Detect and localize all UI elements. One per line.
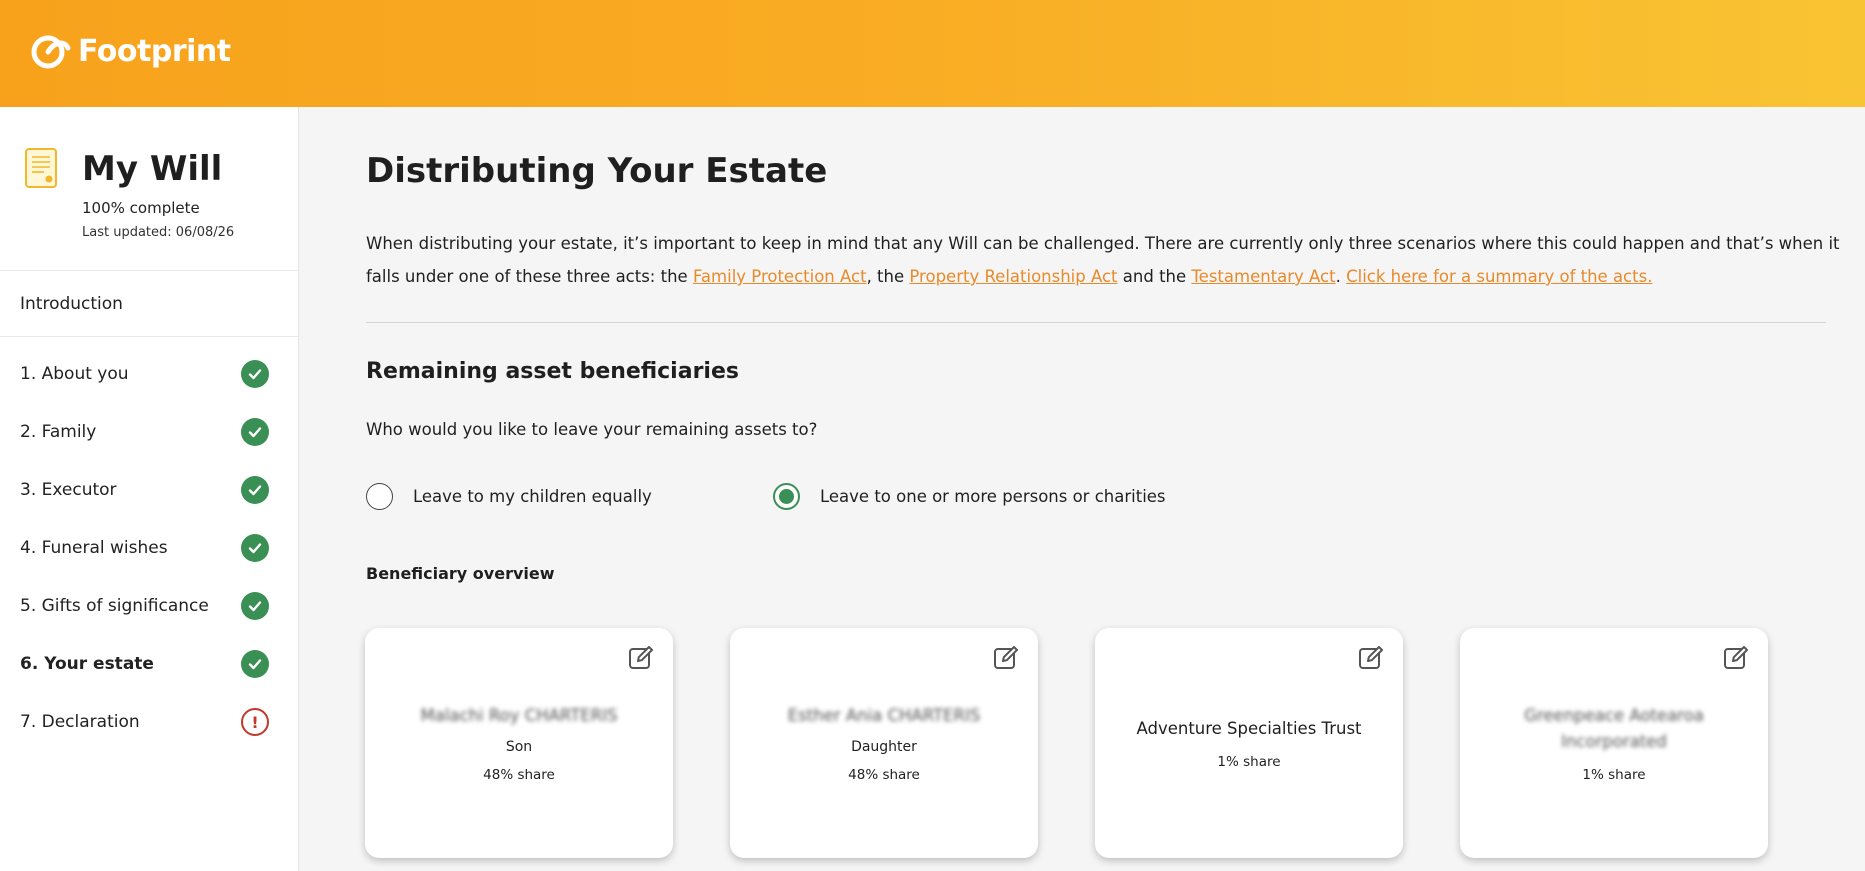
check-icon [241, 360, 269, 388]
beneficiary-name: Malachi Roy CHARTERIS [420, 706, 618, 725]
beneficiary-card[interactable]: Greenpeace Aotearoa Incorporated 1% shar… [1460, 628, 1768, 858]
beneficiary-name: Adventure Specialties Trust [1136, 719, 1362, 738]
intro-paragraph: When distributing your estate, it’s impo… [366, 227, 1846, 293]
radio-persons-or-charities[interactable]: Leave to one or more persons or charitie… [773, 483, 1166, 510]
divider [366, 322, 1826, 323]
sidebar-item-your-estate[interactable]: 6. Your estate [0, 635, 298, 693]
beneficiary-relation: Daughter [851, 739, 917, 755]
sidebar-item-declaration[interactable]: 7. Declaration ! [0, 693, 298, 751]
intro-text: and the [1117, 267, 1192, 286]
beneficiary-share: 48% share [483, 767, 555, 783]
main-content: Distributing Your Estate When distributi… [300, 107, 1865, 871]
family-protection-act-link[interactable]: Family Protection Act [693, 267, 867, 286]
section-title: Remaining asset beneficiaries [366, 359, 739, 384]
document-icon [25, 148, 57, 188]
check-icon [241, 476, 269, 504]
step-list: 1. About you 2. Family 3. Executor 4. Fu… [0, 337, 298, 751]
check-icon [241, 592, 269, 620]
sidebar-item-introduction[interactable]: Introduction [0, 271, 298, 337]
sidebar-item-executor[interactable]: 3. Executor [0, 461, 298, 519]
sidebar-item-gifts-of-significance[interactable]: 5. Gifts of significance [0, 577, 298, 635]
radio-children-equally[interactable]: Leave to my children equally [366, 483, 652, 510]
footprint-logo[interactable]: Footprint [24, 24, 231, 78]
beneficiary-name: Esther Ania CHARTERIS [787, 706, 981, 725]
beneficiary-share: 48% share [848, 767, 920, 783]
sidebar-item-label: Introduction [20, 293, 123, 314]
sidebar-item-label: 4. Funeral wishes [20, 538, 168, 558]
testamentary-act-link[interactable]: Testamentary Act [1191, 267, 1335, 286]
check-icon [241, 650, 269, 678]
radio-label: Leave to my children equally [413, 487, 652, 506]
beneficiary-name: Greenpeace Aotearoa Incorporated [1524, 706, 1704, 751]
question-label: Who would you like to leave your remaini… [366, 420, 818, 439]
beneficiary-share: 1% share [1217, 754, 1281, 770]
radio-label: Leave to one or more persons or charitie… [820, 487, 1166, 506]
sidebar-item-funeral-wishes[interactable]: 4. Funeral wishes [0, 519, 298, 577]
sidebar-item-label: 3. Executor [20, 480, 117, 500]
property-relationship-act-link[interactable]: Property Relationship Act [909, 267, 1117, 286]
exclamation-icon: ! [241, 708, 269, 736]
brand-name: Footprint [78, 33, 231, 69]
sidebar-item-label: 6. Your estate [20, 654, 154, 674]
will-last-updated: Last updated: 06/08/26 [82, 225, 235, 240]
beneficiary-share: 1% share [1582, 767, 1646, 783]
beneficiary-card[interactable]: Adventure Specialties Trust 1% share [1095, 628, 1403, 858]
sidebar-item-about-you[interactable]: 1. About you [0, 345, 298, 403]
sidebar: My Will 100% complete Last updated: 06/0… [0, 107, 299, 871]
intro-text: , the [866, 267, 910, 286]
intro-text: . [1335, 267, 1347, 286]
radio-button[interactable] [366, 483, 393, 510]
sidebar-item-label: 5. Gifts of significance [20, 596, 209, 616]
beneficiary-overview-title: Beneficiary overview [366, 564, 555, 583]
sidebar-item-family[interactable]: 2. Family [0, 403, 298, 461]
sidebar-item-label: 7. Declaration [20, 712, 140, 732]
beneficiary-card[interactable]: Malachi Roy CHARTERIS Son 48% share [365, 628, 673, 858]
beneficiary-card[interactable]: Esther Ania CHARTERIS Daughter 48% share [730, 628, 1038, 858]
summary-of-acts-link[interactable]: Click here for a summary of the acts. [1346, 267, 1652, 286]
top-bar: Footprint [0, 0, 1865, 107]
check-icon [241, 418, 269, 446]
footprint-logo-icon [31, 35, 71, 69]
radio-button-selected[interactable] [773, 483, 800, 510]
will-title: My Will [82, 149, 223, 189]
page-title: Distributing Your Estate [366, 151, 828, 191]
will-header: My Will 100% complete Last updated: 06/0… [0, 107, 298, 271]
beneficiary-relation: Son [505, 739, 533, 755]
sidebar-item-label: 2. Family [20, 422, 97, 442]
check-icon [241, 534, 269, 562]
will-progress: 100% complete [82, 199, 200, 217]
sidebar-item-label: 1. About you [20, 364, 129, 384]
